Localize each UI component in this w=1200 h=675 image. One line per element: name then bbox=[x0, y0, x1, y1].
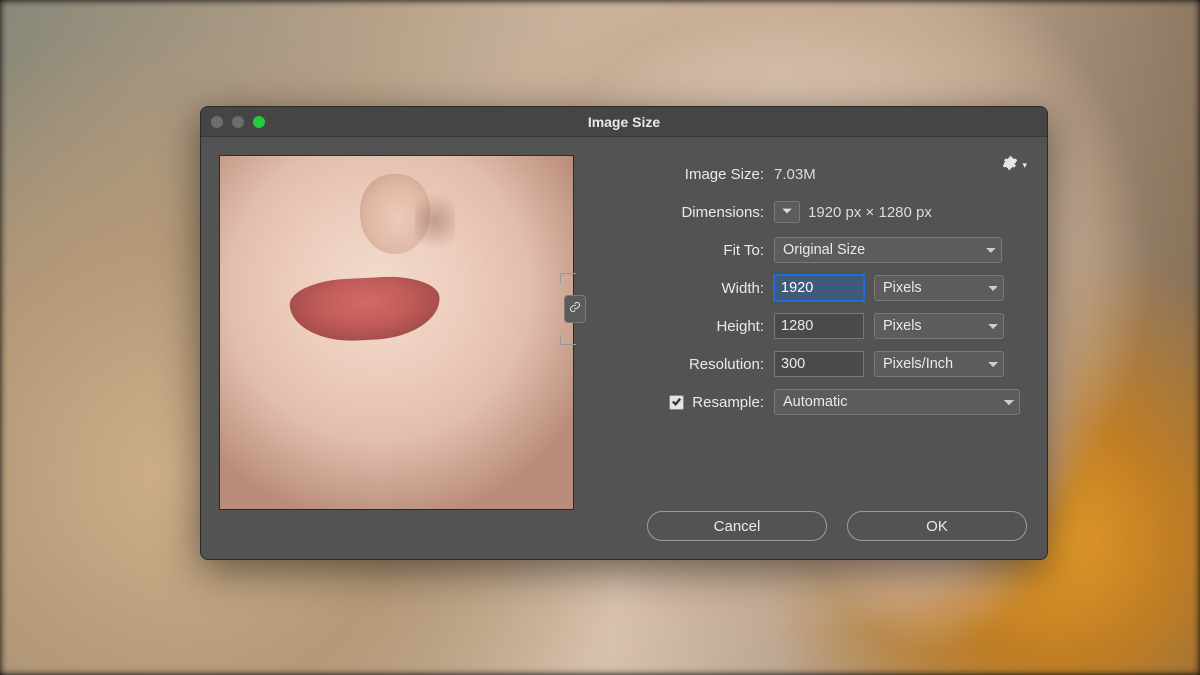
image-preview[interactable] bbox=[219, 155, 574, 510]
chevron-down-icon bbox=[781, 204, 793, 221]
resolution-label: Resolution: bbox=[602, 356, 774, 373]
form-area: ▾ Image Size: 7.03M Dimensions: 1920 px … bbox=[574, 155, 1027, 541]
window-close-button[interactable] bbox=[211, 116, 223, 128]
fit-to-label: Fit To: bbox=[602, 242, 774, 259]
image-size-dialog: Image Size ▾ Image Size: 7.03M Dimension… bbox=[200, 106, 1048, 560]
image-size-value: 7.03M bbox=[774, 166, 1027, 183]
height-input[interactable] bbox=[774, 313, 864, 339]
height-label: Height: bbox=[602, 318, 774, 335]
width-input[interactable] bbox=[774, 275, 864, 301]
dialog-title: Image Size bbox=[201, 114, 1047, 130]
traffic-lights bbox=[211, 116, 265, 128]
dimensions-unit-toggle[interactable] bbox=[774, 201, 800, 223]
resolution-input[interactable] bbox=[774, 351, 864, 377]
settings-menu-button[interactable]: ▾ bbox=[1002, 155, 1027, 175]
fit-to-select[interactable]: Original Size bbox=[774, 237, 1002, 263]
resample-label: Resample: bbox=[692, 394, 764, 411]
resolution-unit-select[interactable]: Pixels/Inch bbox=[874, 351, 1004, 377]
dimensions-label: Dimensions: bbox=[602, 204, 774, 221]
window-minimize-button[interactable] bbox=[232, 116, 244, 128]
width-label: Width: bbox=[602, 280, 774, 297]
check-icon bbox=[671, 394, 682, 411]
window-zoom-button[interactable] bbox=[253, 116, 265, 128]
ok-button[interactable]: OK bbox=[847, 511, 1027, 541]
width-unit-select[interactable]: Pixels bbox=[874, 275, 1004, 301]
resample-method-select[interactable]: Automatic bbox=[774, 389, 1020, 415]
link-icon bbox=[569, 299, 581, 319]
cancel-button[interactable]: Cancel bbox=[647, 511, 827, 541]
image-size-label: Image Size: bbox=[602, 166, 774, 183]
titlebar[interactable]: Image Size bbox=[201, 107, 1047, 137]
dimensions-value: 1920 px × 1280 px bbox=[808, 204, 932, 221]
resample-checkbox[interactable] bbox=[669, 395, 684, 410]
chevron-down-icon: ▾ bbox=[1022, 160, 1027, 171]
height-unit-select[interactable]: Pixels bbox=[874, 313, 1004, 339]
constrain-proportions-toggle[interactable] bbox=[564, 295, 586, 323]
gear-icon bbox=[1002, 155, 1018, 175]
